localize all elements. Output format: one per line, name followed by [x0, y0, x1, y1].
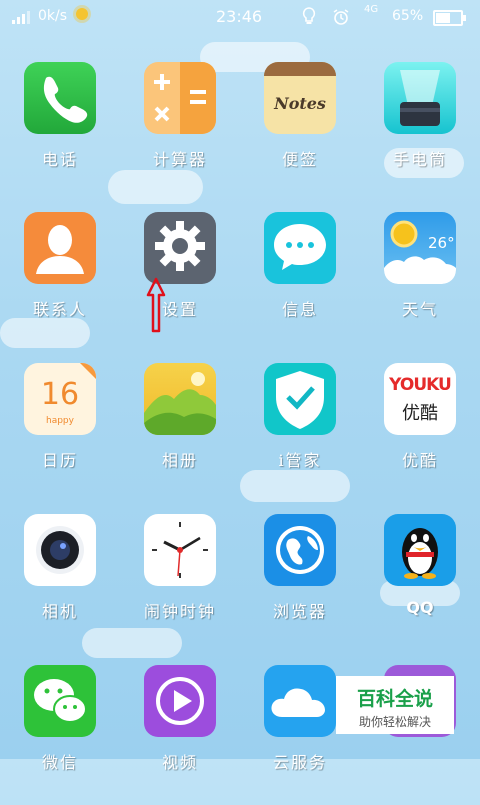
app-label: i管家	[278, 451, 322, 470]
app-youku[interactable]: YOUKU 优酷 优酷	[360, 363, 480, 503]
app-messages[interactable]: 信息	[240, 212, 360, 352]
weather-icon: 26°	[384, 212, 456, 284]
app-phone[interactable]: 电话	[0, 62, 120, 202]
video-play-icon	[144, 665, 216, 737]
app-calendar[interactable]: 16 happy 日历	[0, 363, 120, 503]
app-qq[interactable]: QQ	[360, 514, 480, 654]
security-shield-icon	[264, 363, 336, 435]
browser-globe-icon	[264, 514, 336, 586]
calendar-date: 16	[40, 377, 80, 412]
app-clock[interactable]: 闹钟时钟	[120, 514, 240, 654]
app-gallery[interactable]: 相册	[120, 363, 240, 503]
app-label: 天气	[401, 300, 438, 319]
calculator-icon	[144, 62, 216, 134]
messages-icon	[264, 212, 336, 284]
battery-icon	[433, 10, 466, 26]
app-calculator[interactable]: 计算器	[120, 62, 240, 202]
calendar-icon: 16 happy	[24, 363, 96, 435]
app-label: 计算器	[152, 150, 207, 169]
app-phone-manager[interactable]: i管家	[240, 363, 360, 503]
status-bar: 0k/s 23:46 4G 65%	[0, 0, 480, 34]
app-label: 电话	[41, 150, 78, 169]
network-speed: 0k/s	[38, 8, 68, 24]
app-wechat[interactable]: 微信	[0, 665, 120, 805]
alarm-icon	[333, 9, 349, 25]
app-label: 手电筒	[392, 150, 447, 169]
app-label: 闹钟时钟	[143, 602, 216, 621]
watermark-title: 百科全说	[356, 688, 433, 710]
app-label: 联系人	[32, 300, 87, 319]
red-arrow-up-icon	[146, 277, 166, 333]
app-notes[interactable]: Notes 便签	[240, 62, 360, 202]
notes-icon-text: Notes	[274, 94, 326, 113]
app-label: 微信	[41, 753, 78, 772]
gallery-icon	[144, 363, 216, 435]
app-contacts[interactable]: 联系人	[0, 212, 120, 352]
watermark-subtitle: 助你轻松解决	[358, 715, 431, 729]
clock-icon	[144, 514, 216, 586]
weather-sun-icon	[76, 8, 88, 20]
youku-logo-subtext: 优酷	[402, 403, 438, 424]
signal-icon	[12, 10, 34, 24]
app-video[interactable]: 视频	[120, 665, 240, 805]
phone-icon	[24, 62, 96, 134]
app-camera[interactable]: 相机	[0, 514, 120, 654]
app-label: 视频	[161, 753, 198, 772]
cloud-service-icon	[264, 665, 336, 737]
settings-gear-icon	[144, 212, 216, 284]
weather-temperature: 26°	[428, 234, 455, 252]
watermark-logo: 百科全说 助你轻松解决	[336, 676, 454, 734]
app-label: 日历	[41, 451, 78, 470]
flashlight-icon	[384, 62, 456, 134]
wechat-icon	[24, 665, 96, 737]
app-settings[interactable]: 设置	[120, 212, 240, 352]
app-browser[interactable]: 浏览器	[240, 514, 360, 654]
app-label: 浏览器	[272, 602, 327, 621]
youku-logo-text: YOUKU	[389, 375, 452, 395]
app-label: QQ	[406, 598, 434, 617]
app-label: 优酷	[401, 451, 438, 470]
app-label: 云服务	[272, 753, 327, 772]
network-type: 4G	[364, 4, 379, 15]
app-label: 设置	[161, 300, 198, 319]
app-label: 信息	[281, 300, 318, 319]
calendar-subtext: happy	[46, 416, 74, 426]
lightbulb-icon	[302, 7, 316, 24]
app-flashlight[interactable]: 手电筒	[360, 62, 480, 202]
contacts-icon	[24, 212, 96, 284]
app-label: 相机	[41, 602, 78, 621]
qq-penguin-icon	[384, 514, 456, 586]
clock-time: 23:46	[216, 7, 263, 26]
youku-icon: YOUKU 优酷	[384, 363, 456, 435]
battery-percent: 65%	[392, 8, 424, 24]
app-label: 便签	[281, 150, 318, 169]
camera-icon	[24, 514, 96, 586]
notes-icon: Notes	[264, 62, 336, 134]
app-label: 相册	[161, 451, 198, 470]
app-weather[interactable]: 26° 天气	[360, 212, 480, 352]
